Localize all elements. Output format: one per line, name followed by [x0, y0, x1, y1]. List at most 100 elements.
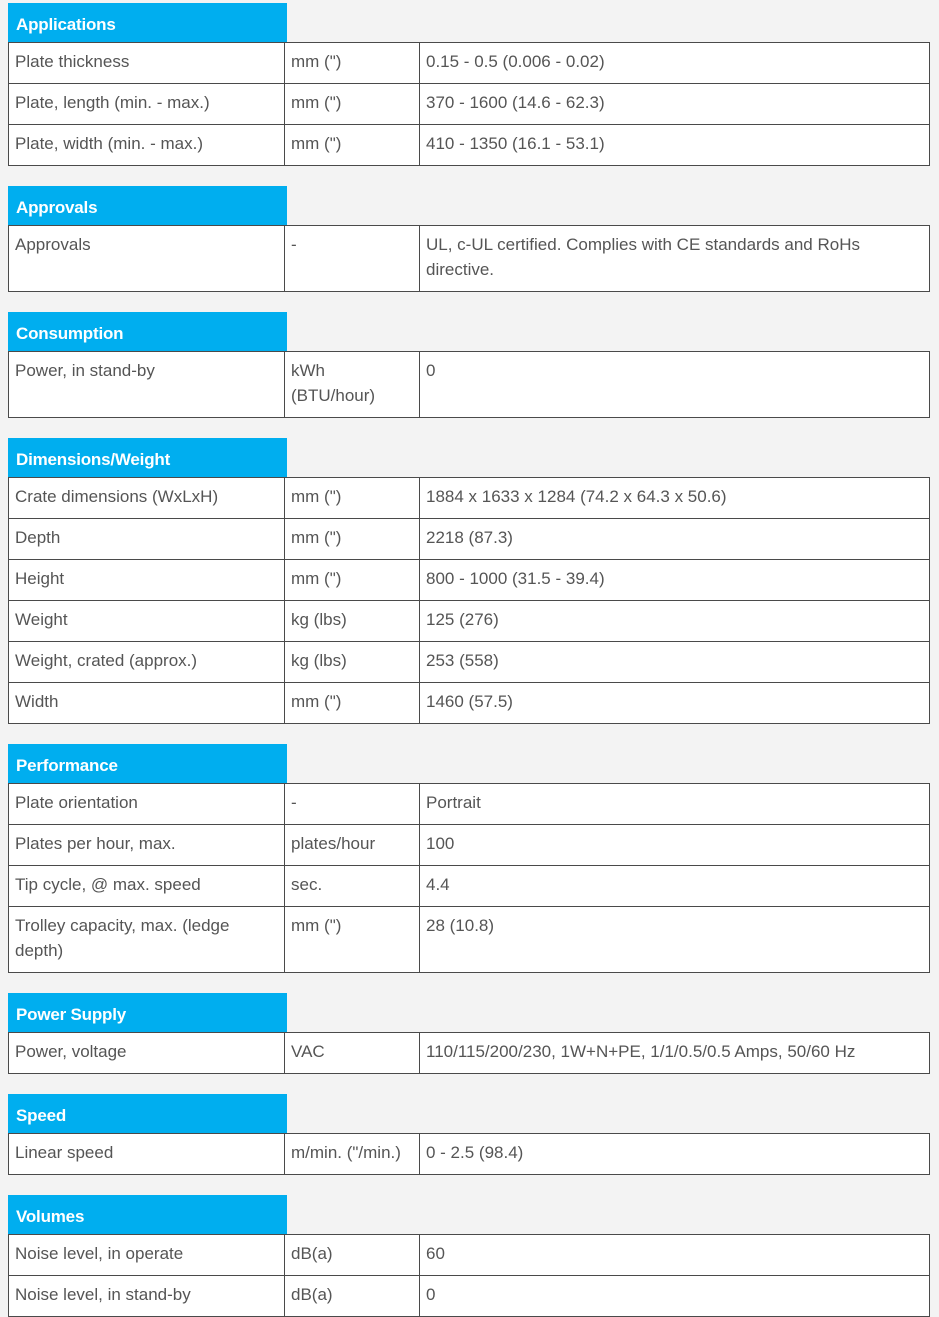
spec-value-cell: 4.4	[419, 865, 930, 907]
spec-name-cell: Plate thickness	[8, 42, 285, 84]
spec-section-volumes: Volumes Noise level, in operate dB(a) 60 Noi…	[8, 1195, 930, 1317]
spec-unit-cell: mm (")	[284, 124, 420, 166]
spec-unit-cell: sec.	[284, 865, 420, 907]
table-row: Weight kg (lbs) 125 (276)	[8, 600, 930, 642]
spec-value-cell: 110/115/200/230, 1W+N+PE, 1/1/0.5/0.5 Am…	[419, 1032, 930, 1074]
spec-value-cell: 100	[419, 824, 930, 866]
spec-unit-cell: mm (")	[284, 559, 420, 601]
spec-value-cell: 370 - 1600 (14.6 - 62.3)	[419, 83, 930, 125]
spec-table: Noise level, in operate dB(a) 60 Noise leve…	[8, 1234, 930, 1317]
section-title: Speed	[8, 1094, 287, 1133]
table-row: Linear speed m/min. ("/min.) 0 - 2.5 (98.4…	[8, 1133, 930, 1175]
spec-value-cell: 2218 (87.3)	[419, 518, 930, 560]
spec-name-cell: Noise level, in operate	[8, 1234, 285, 1276]
spec-table: Crate dimensions (WxLxH) mm (") 1884 x 163…	[8, 477, 930, 724]
section-title: Consumption	[8, 312, 287, 351]
spec-unit-cell: plates/hour	[284, 824, 420, 866]
table-row: Approvals - UL, c-UL certified. Complies w…	[8, 225, 930, 292]
table-row: Plate orientation - Portrait	[8, 783, 930, 825]
spec-unit-cell: kg (lbs)	[284, 600, 420, 642]
spec-value-cell: Portrait	[419, 783, 930, 825]
table-row: Tip cycle, @ max. speed sec. 4.4	[8, 865, 930, 907]
spec-value-cell: 60	[419, 1234, 930, 1276]
section-title: Volumes	[8, 1195, 287, 1234]
spec-name-cell: Width	[8, 682, 285, 724]
table-row: Power, in stand-by kWh (BTU/hour) 0	[8, 351, 930, 418]
table-row: Power, voltage VAC 110/115/200/230, 1W+N+P…	[8, 1032, 930, 1074]
spec-name-cell: Height	[8, 559, 285, 601]
spec-name-cell: Trolley capacity, max. (ledge depth)	[8, 906, 285, 973]
spec-name-cell: Tip cycle, @ max. speed	[8, 865, 285, 907]
spec-value-cell: 0	[419, 1275, 930, 1317]
spec-unit-cell: kg (lbs)	[284, 641, 420, 683]
spec-unit-cell: mm (")	[284, 477, 420, 519]
table-row: Depth mm (") 2218 (87.3)	[8, 518, 930, 560]
spec-unit-cell: mm (")	[284, 83, 420, 125]
spec-unit-cell: kWh (BTU/hour)	[284, 351, 420, 418]
spec-unit-cell: -	[284, 225, 420, 292]
spec-value-cell: 0	[419, 351, 930, 418]
spec-name-cell: Power, voltage	[8, 1032, 285, 1074]
spec-sheet: Applications Plate thickness mm (") 0.15 - …	[0, 0, 939, 1317]
spec-value-cell: 800 - 1000 (31.5 - 39.4)	[419, 559, 930, 601]
spec-table: Approvals - UL, c-UL certified. Complies w…	[8, 225, 930, 292]
spec-value-cell: 410 - 1350 (16.1 - 53.1)	[419, 124, 930, 166]
spec-name-cell: Power, in stand-by	[8, 351, 285, 418]
spec-name-cell: Crate dimensions (WxLxH)	[8, 477, 285, 519]
table-row: Plates per hour, max. plates/hour 100	[8, 824, 930, 866]
spec-value-cell: 125 (276)	[419, 600, 930, 642]
spec-unit-cell: VAC	[284, 1032, 420, 1074]
spec-unit-cell: -	[284, 783, 420, 825]
spec-name-cell: Weight	[8, 600, 285, 642]
spec-table: Plate orientation - Portrait Plates per hou…	[8, 783, 930, 973]
spec-value-cell: 0 - 2.5 (98.4)	[419, 1133, 930, 1175]
spec-name-cell: Noise level, in stand-by	[8, 1275, 285, 1317]
table-row: Height mm (") 800 - 1000 (31.5 - 39.4)	[8, 559, 930, 601]
spec-table: Power, voltage VAC 110/115/200/230, 1W+N+P…	[8, 1032, 930, 1074]
spec-table: Power, in stand-by kWh (BTU/hour) 0	[8, 351, 930, 418]
spec-section-performance: Performance Plate orientation - Portrait Pla…	[8, 744, 930, 973]
spec-section-speed: Speed Linear speed m/min. ("/min.) 0 - 2.5 …	[8, 1094, 930, 1175]
spec-value-cell: 1460 (57.5)	[419, 682, 930, 724]
table-row: Width mm (") 1460 (57.5)	[8, 682, 930, 724]
spec-section-dimensions-weight: Dimensions/Weight Crate dimensions (WxLxH…	[8, 438, 930, 724]
spec-value-cell: 28 (10.8)	[419, 906, 930, 973]
spec-name-cell: Weight, crated (approx.)	[8, 641, 285, 683]
table-row: Plate, length (min. - max.) mm (") 370 - 1…	[8, 83, 930, 125]
spec-value-cell: UL, c-UL certified. Complies with CE sta…	[419, 225, 930, 292]
spec-section-approvals: Approvals Approvals - UL, c-UL certified. C…	[8, 186, 930, 292]
table-row: Weight, crated (approx.) kg (lbs) 253 (558…	[8, 641, 930, 683]
spec-value-cell: 1884 x 1633 x 1284 (74.2 x 64.3 x 50.6)	[419, 477, 930, 519]
spec-unit-cell: mm (")	[284, 906, 420, 973]
table-row: Crate dimensions (WxLxH) mm (") 1884 x 163…	[8, 477, 930, 519]
spec-name-cell: Plate, width (min. - max.)	[8, 124, 285, 166]
spec-name-cell: Depth	[8, 518, 285, 560]
spec-name-cell: Approvals	[8, 225, 285, 292]
spec-value-cell: 253 (558)	[419, 641, 930, 683]
spec-name-cell: Plate orientation	[8, 783, 285, 825]
spec-unit-cell: m/min. ("/min.)	[284, 1133, 420, 1175]
table-row: Noise level, in operate dB(a) 60	[8, 1234, 930, 1276]
section-title: Power Supply	[8, 993, 287, 1032]
section-title: Performance	[8, 744, 287, 783]
spec-name-cell: Plates per hour, max.	[8, 824, 285, 866]
spec-name-cell: Linear speed	[8, 1133, 285, 1175]
spec-unit-cell: dB(a)	[284, 1234, 420, 1276]
table-row: Noise level, in stand-by dB(a) 0	[8, 1275, 930, 1317]
table-row: Plate, width (min. - max.) mm (") 410 - 13…	[8, 124, 930, 166]
spec-value-cell: 0.15 - 0.5 (0.006 - 0.02)	[419, 42, 930, 84]
spec-section-applications: Applications Plate thickness mm (") 0.15 - …	[8, 3, 930, 166]
section-title: Applications	[8, 3, 287, 42]
section-title: Dimensions/Weight	[8, 438, 287, 477]
table-row: Plate thickness mm (") 0.15 - 0.5 (0.006 -…	[8, 42, 930, 84]
spec-unit-cell: dB(a)	[284, 1275, 420, 1317]
spec-table: Plate thickness mm (") 0.15 - 0.5 (0.006 -…	[8, 42, 930, 166]
spec-name-cell: Plate, length (min. - max.)	[8, 83, 285, 125]
spec-unit-cell: mm (")	[284, 682, 420, 724]
spec-table: Linear speed m/min. ("/min.) 0 - 2.5 (98.4…	[8, 1133, 930, 1175]
table-row: Trolley capacity, max. (ledge depth) mm (…	[8, 906, 930, 973]
spec-unit-cell: mm (")	[284, 42, 420, 84]
spec-section-power-supply: Power Supply Power, voltage VAC 110/115/200…	[8, 993, 930, 1074]
spec-section-consumption: Consumption Power, in stand-by kWh (BTU/ho…	[8, 312, 930, 418]
section-title: Approvals	[8, 186, 287, 225]
